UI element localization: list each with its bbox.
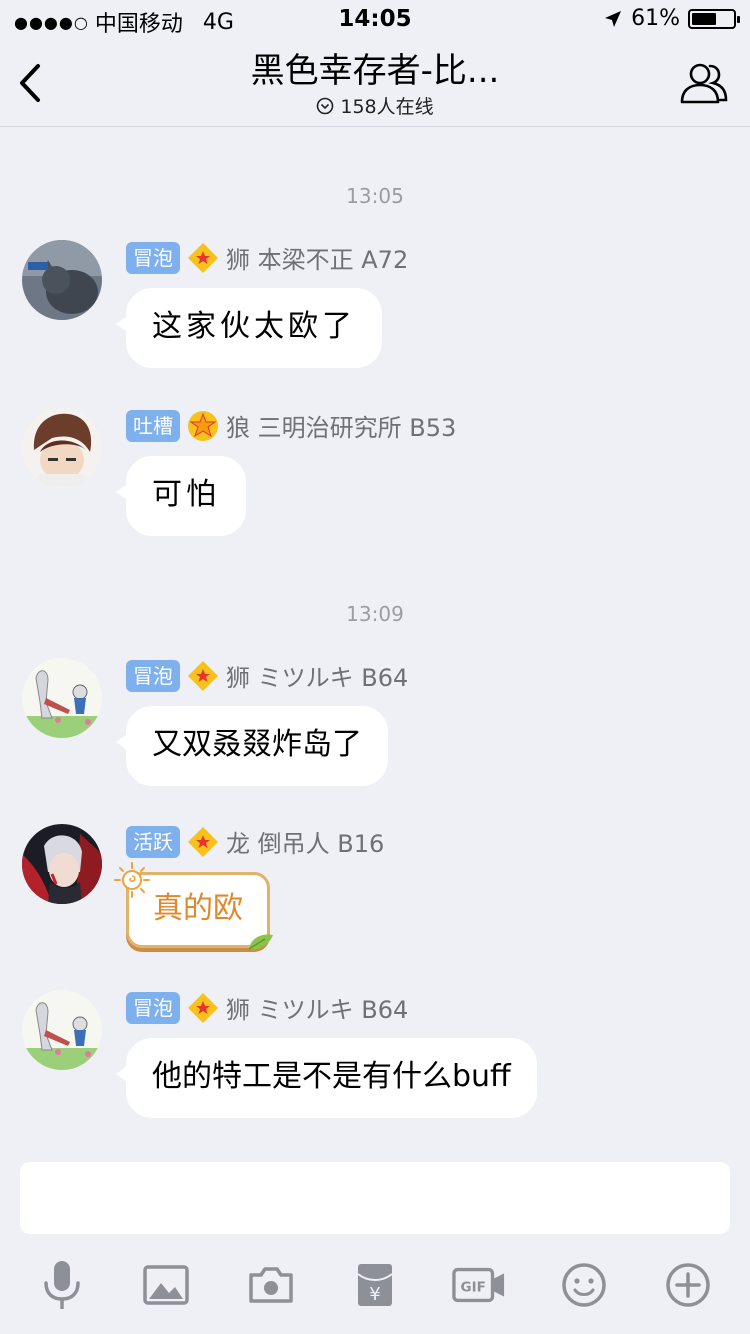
- sender-meta: 吐槽 狼 三明治研究所 B53: [126, 408, 456, 443]
- add-icon: [666, 1263, 710, 1307]
- sender-name: 狮 ミツルキ B64: [226, 664, 409, 692]
- message-bubble[interactable]: 又双叒叕炸岛了: [116, 706, 388, 786]
- sender-meta: 冒泡 狮 ミツルキ B64: [126, 990, 408, 1025]
- timestamp: 13:09: [346, 602, 404, 626]
- input-toolbar: ¥ GIF: [0, 1250, 750, 1320]
- gif-button[interactable]: GIF: [452, 1258, 506, 1312]
- photo-button[interactable]: [139, 1258, 193, 1312]
- battery-level-fill: [692, 12, 717, 25]
- timestamp: 13:05: [346, 184, 404, 208]
- message-bubble[interactable]: 他的特工是不是有什么buff: [116, 1038, 537, 1118]
- svg-text:¥: ¥: [369, 1284, 380, 1305]
- microphone-icon: [44, 1261, 80, 1309]
- battery-percent: 61%: [631, 6, 680, 31]
- voice-button[interactable]: [35, 1258, 89, 1312]
- level-badge: 冒泡: [126, 991, 180, 1024]
- online-count-label: 158人在线: [340, 96, 434, 118]
- level-badge: 活跃: [126, 825, 180, 858]
- online-count: 158人在线: [0, 92, 750, 119]
- sender-meta: 活跃 龙 倒吊人 B16: [126, 824, 384, 859]
- sender-name: 狮 本梁不正 A72: [226, 246, 409, 274]
- level-badge: 吐槽: [126, 409, 180, 442]
- gif-icon: GIF: [452, 1267, 505, 1303]
- avatar[interactable]: [22, 824, 102, 904]
- level-badge: 冒泡: [126, 659, 180, 692]
- message-input[interactable]: [20, 1162, 730, 1234]
- message-bubble-themed[interactable]: 真的欧: [114, 862, 273, 950]
- sender-meta: 冒泡 狮 本梁不正 A72: [126, 240, 408, 275]
- avatar[interactable]: [22, 990, 102, 1070]
- red-packet-button[interactable]: ¥: [348, 1258, 402, 1312]
- message-bubble[interactable]: 可怕: [116, 456, 246, 536]
- chat-title-block[interactable]: 黑色幸存者-比... 158人在线: [0, 50, 750, 119]
- camera-button[interactable]: [244, 1258, 298, 1312]
- sender-name: 狮 ミツルキ B64: [226, 996, 409, 1024]
- more-button[interactable]: [661, 1258, 715, 1312]
- message-bubble[interactable]: 这家伙太欧了: [116, 288, 382, 368]
- avatar[interactable]: [22, 658, 102, 738]
- location-arrow-icon: [605, 10, 622, 27]
- nav-bar: 黑色幸存者-比... 158人在线: [0, 40, 750, 127]
- image-icon: [143, 1265, 190, 1305]
- camera-icon: [248, 1267, 293, 1303]
- star-icon: [188, 410, 218, 441]
- diamond-star-icon: [188, 992, 218, 1023]
- sender-name: 龙 倒吊人 B16: [226, 830, 385, 858]
- avatar[interactable]: [22, 240, 102, 320]
- leaf-sticker-icon: [248, 934, 273, 950]
- status-right: 61%: [603, 6, 740, 31]
- message-text: 真的欧: [153, 891, 243, 926]
- avatar[interactable]: [22, 408, 102, 488]
- sun-sticker-icon: [114, 862, 150, 898]
- svg-text:GIF: GIF: [461, 1280, 486, 1296]
- diamond-star-icon: [188, 660, 218, 691]
- chat-title: 黑色幸存者-比...: [250, 51, 500, 91]
- chevron-down-circle-icon: [317, 97, 334, 114]
- battery-icon: [688, 8, 740, 29]
- emoji-button[interactable]: [557, 1258, 611, 1312]
- level-badge: 冒泡: [126, 241, 180, 274]
- sender-name: 狼 三明治研究所 B53: [226, 414, 457, 442]
- red-packet-icon: ¥: [357, 1264, 393, 1306]
- sender-meta: 冒泡 狮 ミツルキ B64: [126, 658, 408, 693]
- group-members-icon[interactable]: [678, 60, 730, 106]
- emoji-icon: [561, 1263, 606, 1307]
- status-bar: ●●●●○ 中国移动 4G 14:05 61%: [0, 0, 750, 40]
- diamond-star-icon: [188, 242, 218, 273]
- diamond-star-icon: [188, 826, 218, 857]
